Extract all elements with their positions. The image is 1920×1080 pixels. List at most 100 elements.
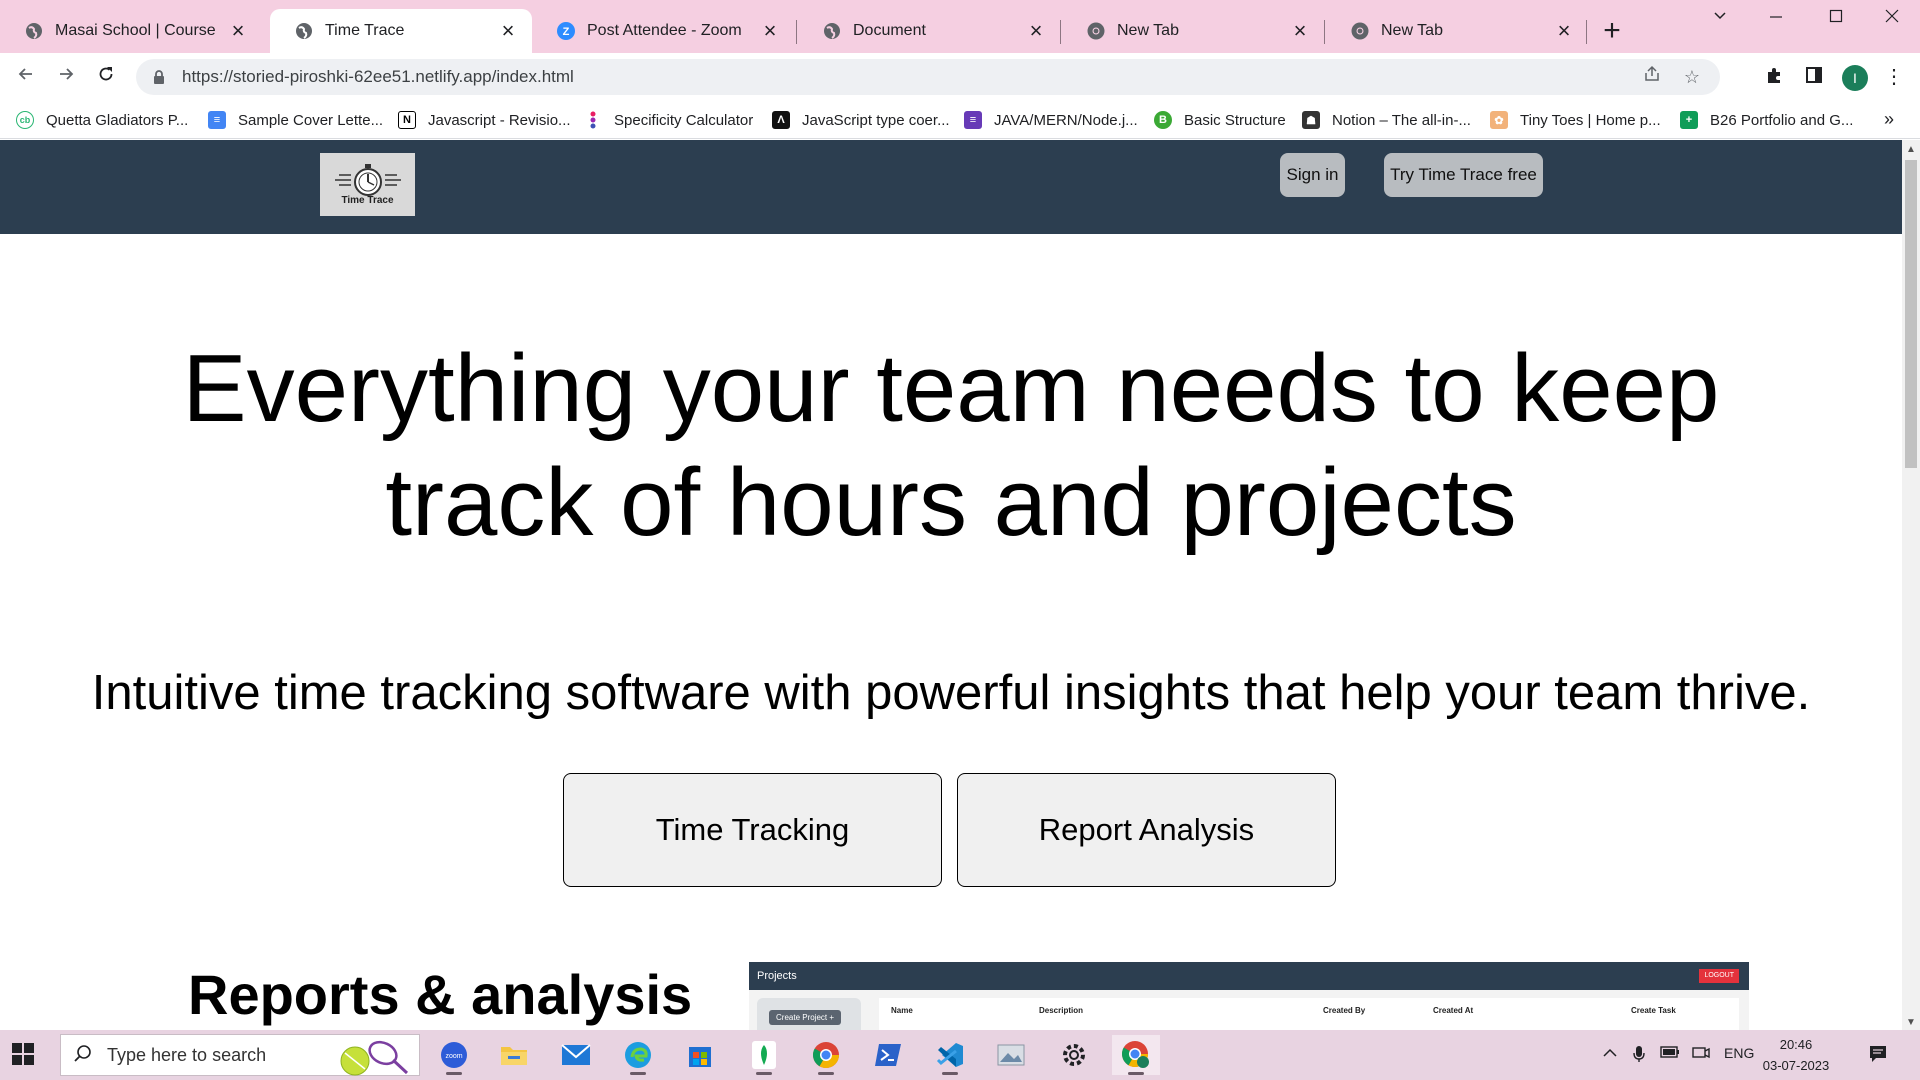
preview-logout-button: LOGOUT: [1699, 969, 1739, 983]
tab-time-trace[interactable]: Time Trace ×: [270, 9, 532, 53]
show-hidden-icons-chevron-icon[interactable]: [1602, 1045, 1618, 1064]
tab-title: Masai School | Course: [55, 22, 216, 39]
windows-taskbar: Type here to search zoom ENG 20:46 03-07…: [0, 1030, 1920, 1080]
notion-bm-icon: ☗: [1302, 111, 1320, 129]
tab-zoom[interactable]: Z Post Attendee - Zoom ×: [532, 9, 794, 53]
bookmark-item[interactable]: + B26 Portfolio and G...: [1680, 107, 1853, 133]
bookmark-item[interactable]: ✿ Tiny Toes | Home p...: [1490, 107, 1661, 133]
bookmark-item[interactable]: ≡ Sample Cover Lette...: [208, 107, 383, 133]
network-icon[interactable]: [1692, 1045, 1710, 1064]
url-text[interactable]: https://storied-piroshki-62ee51.netlify.…: [182, 67, 1640, 87]
lock-icon[interactable]: [152, 69, 168, 85]
web-viewport: Time Trace Sign in Try Time Trace free E…: [0, 140, 1902, 1030]
tab-title: Document: [853, 22, 926, 39]
report-analysis-button[interactable]: Report Analysis: [957, 773, 1336, 887]
battery-icon[interactable]: [1660, 1045, 1680, 1062]
back-icon[interactable]: [12, 63, 40, 91]
js-icon: Λ: [772, 111, 790, 129]
section-title-reports: Reports & analysis: [188, 963, 693, 1026]
side-panel-icon[interactable]: [1802, 65, 1826, 89]
chrome-icon: [1350, 22, 1369, 41]
vscode-icon[interactable]: [926, 1035, 974, 1075]
tab-title: Post Attendee - Zoom: [587, 22, 742, 39]
notion-icon: N: [398, 111, 416, 129]
zoom-icon[interactable]: zoom: [430, 1035, 478, 1075]
bookmark-item[interactable]: Specificity Calculator: [584, 107, 753, 133]
system-clock[interactable]: 20:46 03-07-2023: [1760, 1034, 1832, 1076]
close-icon[interactable]: ×: [1554, 20, 1574, 42]
bookmark-item[interactable]: Λ JavaScript type coer...: [772, 107, 950, 133]
reload-icon[interactable]: [92, 63, 120, 91]
extensions-icon[interactable]: [1762, 65, 1786, 89]
bookmarks-bar: cb Quetta Gladiators P... ≡ Sample Cover…: [0, 101, 1920, 139]
sign-in-button[interactable]: Sign in: [1280, 153, 1345, 197]
bookmarks-overflow-icon[interactable]: »: [1884, 109, 1894, 130]
hero-subtitle: Intuitive time tracking software with po…: [91, 666, 1811, 720]
close-icon[interactable]: ×: [1026, 20, 1046, 42]
taskbar-search-box[interactable]: Type here to search: [60, 1034, 420, 1076]
close-icon[interactable]: ×: [1290, 20, 1310, 42]
tab-new-tab-1[interactable]: New Tab ×: [1062, 9, 1324, 53]
bookmark-item[interactable]: B Basic Structure: [1154, 107, 1286, 133]
file-explorer-icon[interactable]: [490, 1035, 538, 1075]
tab-document[interactable]: Document ×: [798, 9, 1060, 53]
new-tab-button[interactable]: +: [1596, 16, 1628, 48]
menu-dots-icon[interactable]: ⋮: [1882, 65, 1906, 89]
tab-title: New Tab: [1381, 22, 1443, 39]
globe-icon: [822, 22, 841, 41]
basic-icon: B: [1154, 111, 1172, 129]
mail-icon[interactable]: [552, 1035, 600, 1075]
preview-header: Projects LOGOUT: [749, 962, 1749, 990]
chrome-icon: [1086, 22, 1105, 41]
try-free-button[interactable]: Try Time Trace free: [1384, 153, 1543, 197]
svg-text:Z: Z: [562, 26, 569, 38]
bookmark-item[interactable]: cb Quetta Gladiators P...: [16, 107, 188, 133]
scroll-down-icon[interactable]: ▼: [1906, 1017, 1916, 1028]
powershell-icon[interactable]: [864, 1035, 912, 1075]
chrome-profile-icon[interactable]: [1112, 1035, 1160, 1075]
globe-icon: [24, 22, 43, 41]
bookmark-item[interactable]: ≡ JAVA/MERN/Node.j...: [964, 107, 1138, 133]
windows-start-icon[interactable]: [12, 1043, 36, 1067]
zoom-icon: Z: [556, 22, 575, 41]
settings-icon[interactable]: [1050, 1035, 1098, 1075]
svg-text:zoom: zoom: [445, 1053, 462, 1060]
close-icon[interactable]: ×: [760, 20, 780, 42]
tab-strip: Masai School | Course × Time Trace × Z P…: [0, 0, 1920, 53]
scroll-up-icon[interactable]: ▲: [1906, 144, 1916, 155]
store-icon[interactable]: [676, 1035, 724, 1075]
docs-icon: ≡: [208, 111, 226, 129]
tab-new-tab-2[interactable]: New Tab ×: [1326, 9, 1588, 53]
time-tracking-button[interactable]: Time Tracking: [563, 773, 942, 887]
forward-icon[interactable]: [52, 63, 80, 91]
tab-title: Time Trace: [325, 22, 405, 39]
tab-separator: [1060, 20, 1061, 44]
close-window-icon[interactable]: [1872, 8, 1912, 32]
bookmark-item[interactable]: ☗ Notion – The all-in-...: [1302, 107, 1471, 133]
share-icon[interactable]: [1640, 65, 1664, 89]
language-indicator[interactable]: ENG: [1724, 1045, 1754, 1061]
notifications-icon[interactable]: [1868, 1044, 1888, 1067]
close-icon[interactable]: ×: [228, 20, 248, 42]
tab-search-icon[interactable]: [1700, 8, 1740, 32]
bookmark-star-icon[interactable]: ☆: [1680, 65, 1704, 89]
close-icon[interactable]: ×: [498, 20, 518, 42]
profile-avatar[interactable]: I: [1842, 65, 1868, 91]
address-bar[interactable]: https://storied-piroshki-62ee51.netlify.…: [136, 59, 1720, 95]
tab-title: New Tab: [1117, 22, 1179, 39]
chrome-icon[interactable]: [802, 1035, 850, 1075]
mongodb-icon[interactable]: [740, 1035, 788, 1075]
page-scrollbar[interactable]: ▲ ▼: [1902, 140, 1920, 1030]
photos-icon[interactable]: [988, 1035, 1036, 1075]
preview-col-header: Create Task: [1631, 1006, 1676, 1015]
bookmark-item[interactable]: N Javascript - Revisio...: [398, 107, 571, 133]
microphone-icon[interactable]: [1632, 1045, 1646, 1066]
cb-icon: cb: [16, 111, 34, 129]
maximize-icon[interactable]: [1816, 8, 1856, 32]
minimize-icon[interactable]: [1756, 8, 1796, 32]
scroll-thumb[interactable]: [1905, 160, 1917, 468]
site-logo[interactable]: Time Trace: [320, 153, 415, 216]
edge-icon[interactable]: [614, 1035, 662, 1075]
site-navbar: Time Trace Sign in Try Time Trace free: [0, 140, 1902, 234]
tab-masai-school[interactable]: Masai School | Course ×: [0, 9, 262, 53]
